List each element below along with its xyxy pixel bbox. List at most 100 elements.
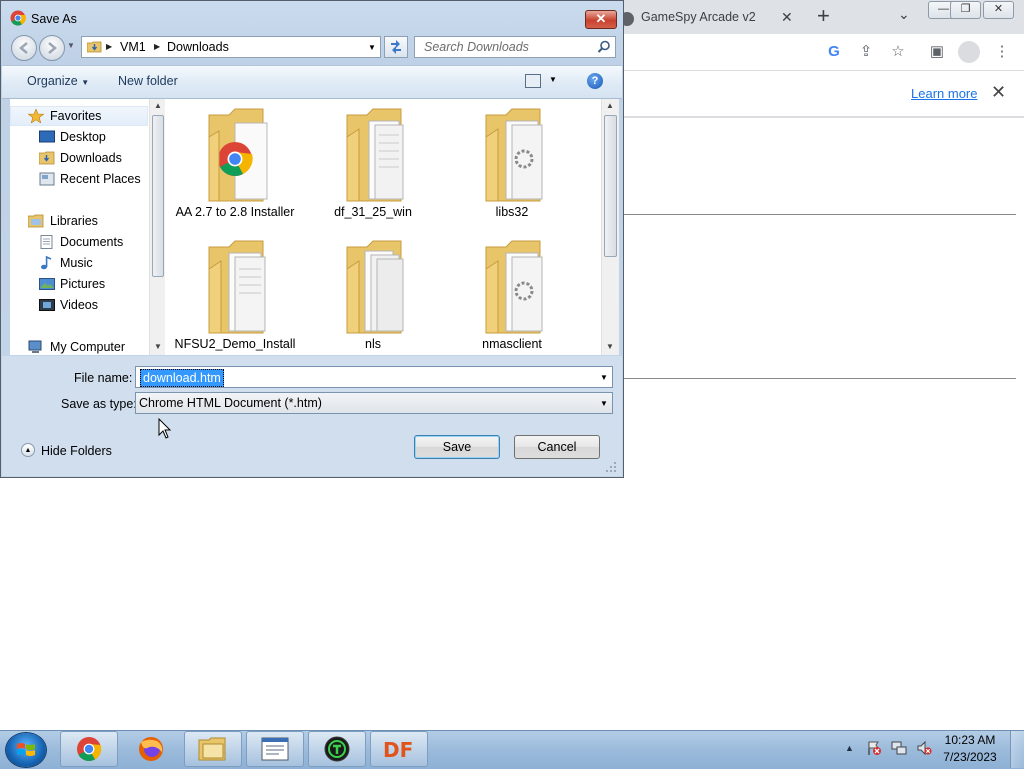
- learn-more-link[interactable]: Learn more: [911, 86, 977, 101]
- nav-item-recent-places[interactable]: Recent Places: [10, 169, 148, 189]
- firefox-icon: [139, 737, 163, 761]
- volume-muted-icon[interactable]: [916, 740, 932, 756]
- nav-item-favorites[interactable]: Favorites: [10, 106, 148, 126]
- help-icon[interactable]: ?: [587, 73, 603, 89]
- search-placeholder: Search Downloads: [424, 40, 529, 54]
- side-panel-icon[interactable]: ▣: [927, 42, 947, 62]
- menu-kebab-icon[interactable]: ⋮: [992, 42, 1012, 62]
- nav-scrollbar[interactable]: ▲ ▼: [149, 99, 166, 355]
- bookmark-star-icon[interactable]: ☆: [888, 42, 908, 62]
- nav-item-videos[interactable]: Videos: [10, 295, 148, 315]
- breadcrumb-downloads[interactable]: Downloads: [167, 40, 229, 54]
- profile-avatar[interactable]: [958, 41, 980, 63]
- show-desktop-button[interactable]: [1010, 731, 1024, 768]
- start-button[interactable]: [6, 733, 46, 767]
- network-icon[interactable]: [891, 740, 907, 756]
- file-item[interactable]: AA 2.7 to 2.8 Installer: [176, 101, 294, 227]
- nav-label: Favorites: [50, 109, 102, 123]
- save-type-dropdown-icon[interactable]: ▼: [600, 399, 608, 408]
- cancel-button[interactable]: Cancel: [514, 435, 600, 459]
- search-input[interactable]: Search Downloads: [414, 36, 616, 58]
- clock-date[interactable]: 7/23/2023: [940, 750, 1000, 764]
- breadcrumb-vm1[interactable]: VM1: [120, 40, 146, 54]
- organize-menu[interactable]: Organize ▼: [27, 74, 89, 88]
- infobar-close-icon[interactable]: ✕: [991, 82, 1006, 103]
- nav-item-music[interactable]: Music: [10, 253, 148, 273]
- scroll-down-icon[interactable]: ▼: [154, 342, 162, 351]
- recent-locations-dropdown-icon[interactable]: ▼: [67, 41, 75, 50]
- forward-button[interactable]: [39, 35, 65, 61]
- nav-item-downloads[interactable]: Downloads: [10, 148, 148, 168]
- browser-tab[interactable]: GameSpy Arcade v2 ✕: [608, 4, 804, 34]
- save-type-select[interactable]: Chrome HTML Document (*.htm) ▼: [135, 392, 613, 414]
- address-dropdown-icon[interactable]: ▼: [368, 43, 376, 52]
- scroll-down-icon[interactable]: ▼: [606, 342, 614, 351]
- back-arrow-icon: [19, 42, 28, 54]
- star-icon: [28, 109, 44, 123]
- new-tab-button[interactable]: +: [817, 4, 830, 28]
- refresh-button[interactable]: [384, 36, 408, 58]
- taskbar-explorer[interactable]: [184, 731, 242, 767]
- downloads-folder-icon: [87, 41, 102, 53]
- pictures-icon: [39, 278, 55, 290]
- change-view-icon[interactable]: [525, 74, 541, 88]
- back-button[interactable]: [11, 35, 37, 61]
- taskbar-firefox[interactable]: [122, 731, 180, 767]
- nav-item-documents[interactable]: Documents: [10, 232, 148, 252]
- view-options-dropdown-icon[interactable]: ▼: [549, 75, 557, 84]
- file-name-input[interactable]: download.htm ▼: [135, 366, 613, 388]
- file-name: df_31_25_win: [334, 205, 412, 219]
- chevron-up-icon: ▲: [21, 443, 35, 457]
- window-close-button[interactable]: ✕: [983, 1, 1014, 19]
- new-folder-button[interactable]: New folder: [118, 74, 178, 88]
- resize-grip-icon[interactable]: [605, 461, 617, 473]
- nav-label: My Computer: [50, 340, 126, 354]
- google-lens-icon[interactable]: G: [824, 42, 844, 62]
- file-item[interactable]: nls: [318, 233, 428, 355]
- file-item[interactable]: df_31_25_win: [318, 101, 428, 227]
- tab-search-chevron-icon[interactable]: ⌄: [898, 6, 910, 23]
- share-icon[interactable]: ⇪: [856, 42, 876, 62]
- address-bar[interactable]: ▶ VM1 ▶ Downloads ▼: [81, 36, 381, 58]
- nav-label: Videos: [60, 298, 98, 312]
- save-as-dialog: Save As ✕ ▼ ▶ VM1 ▶ Downloads ▼ Search D…: [0, 0, 624, 478]
- nav-item-my-computer[interactable]: My Computer: [10, 337, 148, 355]
- dialog-frame: Save As ✕ ▼ ▶ VM1 ▶ Downloads ▼ Search D…: [1, 1, 623, 477]
- file-item[interactable]: NFSU2_Demo_Install: [175, 233, 295, 355]
- desktop-icon: [39, 130, 55, 143]
- taskbar-game-app[interactable]: [308, 731, 366, 767]
- file-name: nmasclient: [482, 337, 542, 351]
- navigation-pane: Favorites Desktop Downloads Recent Place…: [10, 99, 165, 355]
- scroll-up-icon[interactable]: ▲: [606, 101, 614, 110]
- nav-scroll-thumb[interactable]: [152, 115, 164, 277]
- taskbar-document-app[interactable]: [246, 731, 304, 767]
- breadcrumb-separator-icon: ▶: [106, 42, 113, 51]
- file-scroll-thumb[interactable]: [604, 115, 617, 257]
- dialog-close-button[interactable]: ✕: [585, 10, 617, 29]
- restore-button[interactable]: ❐: [950, 1, 981, 19]
- videos-icon: [39, 299, 55, 311]
- nav-label: Music: [60, 256, 93, 270]
- search-icon: [597, 40, 610, 53]
- taskbar-df-app[interactable]: DF: [370, 731, 428, 767]
- file-item[interactable]: libs32: [457, 101, 567, 227]
- action-center-flag-icon[interactable]: [866, 740, 882, 756]
- clock-time[interactable]: 10:23 AM: [940, 733, 1000, 747]
- nav-item-libraries[interactable]: Libraries: [10, 211, 148, 231]
- folder-icon: [198, 737, 226, 761]
- divider: [624, 378, 1016, 379]
- file-name-dropdown-icon[interactable]: ▼: [600, 373, 608, 382]
- save-button[interactable]: Save: [414, 435, 500, 459]
- file-name-label: File name:: [74, 371, 133, 385]
- nav-item-pictures[interactable]: Pictures: [10, 274, 148, 294]
- taskbar-chrome[interactable]: [60, 731, 118, 767]
- file-name: nls: [365, 337, 381, 351]
- tab-close-icon[interactable]: ✕: [781, 9, 793, 26]
- file-item[interactable]: nmasclient: [457, 233, 567, 355]
- scroll-up-icon[interactable]: ▲: [154, 101, 162, 110]
- nav-label: Recent Places: [60, 172, 141, 186]
- organize-label: Organize: [27, 74, 78, 88]
- nav-item-desktop[interactable]: Desktop: [10, 127, 148, 147]
- show-hidden-icons-chevron-icon[interactable]: ▲: [845, 743, 854, 753]
- file-list-scrollbar[interactable]: ▲ ▼: [601, 99, 619, 355]
